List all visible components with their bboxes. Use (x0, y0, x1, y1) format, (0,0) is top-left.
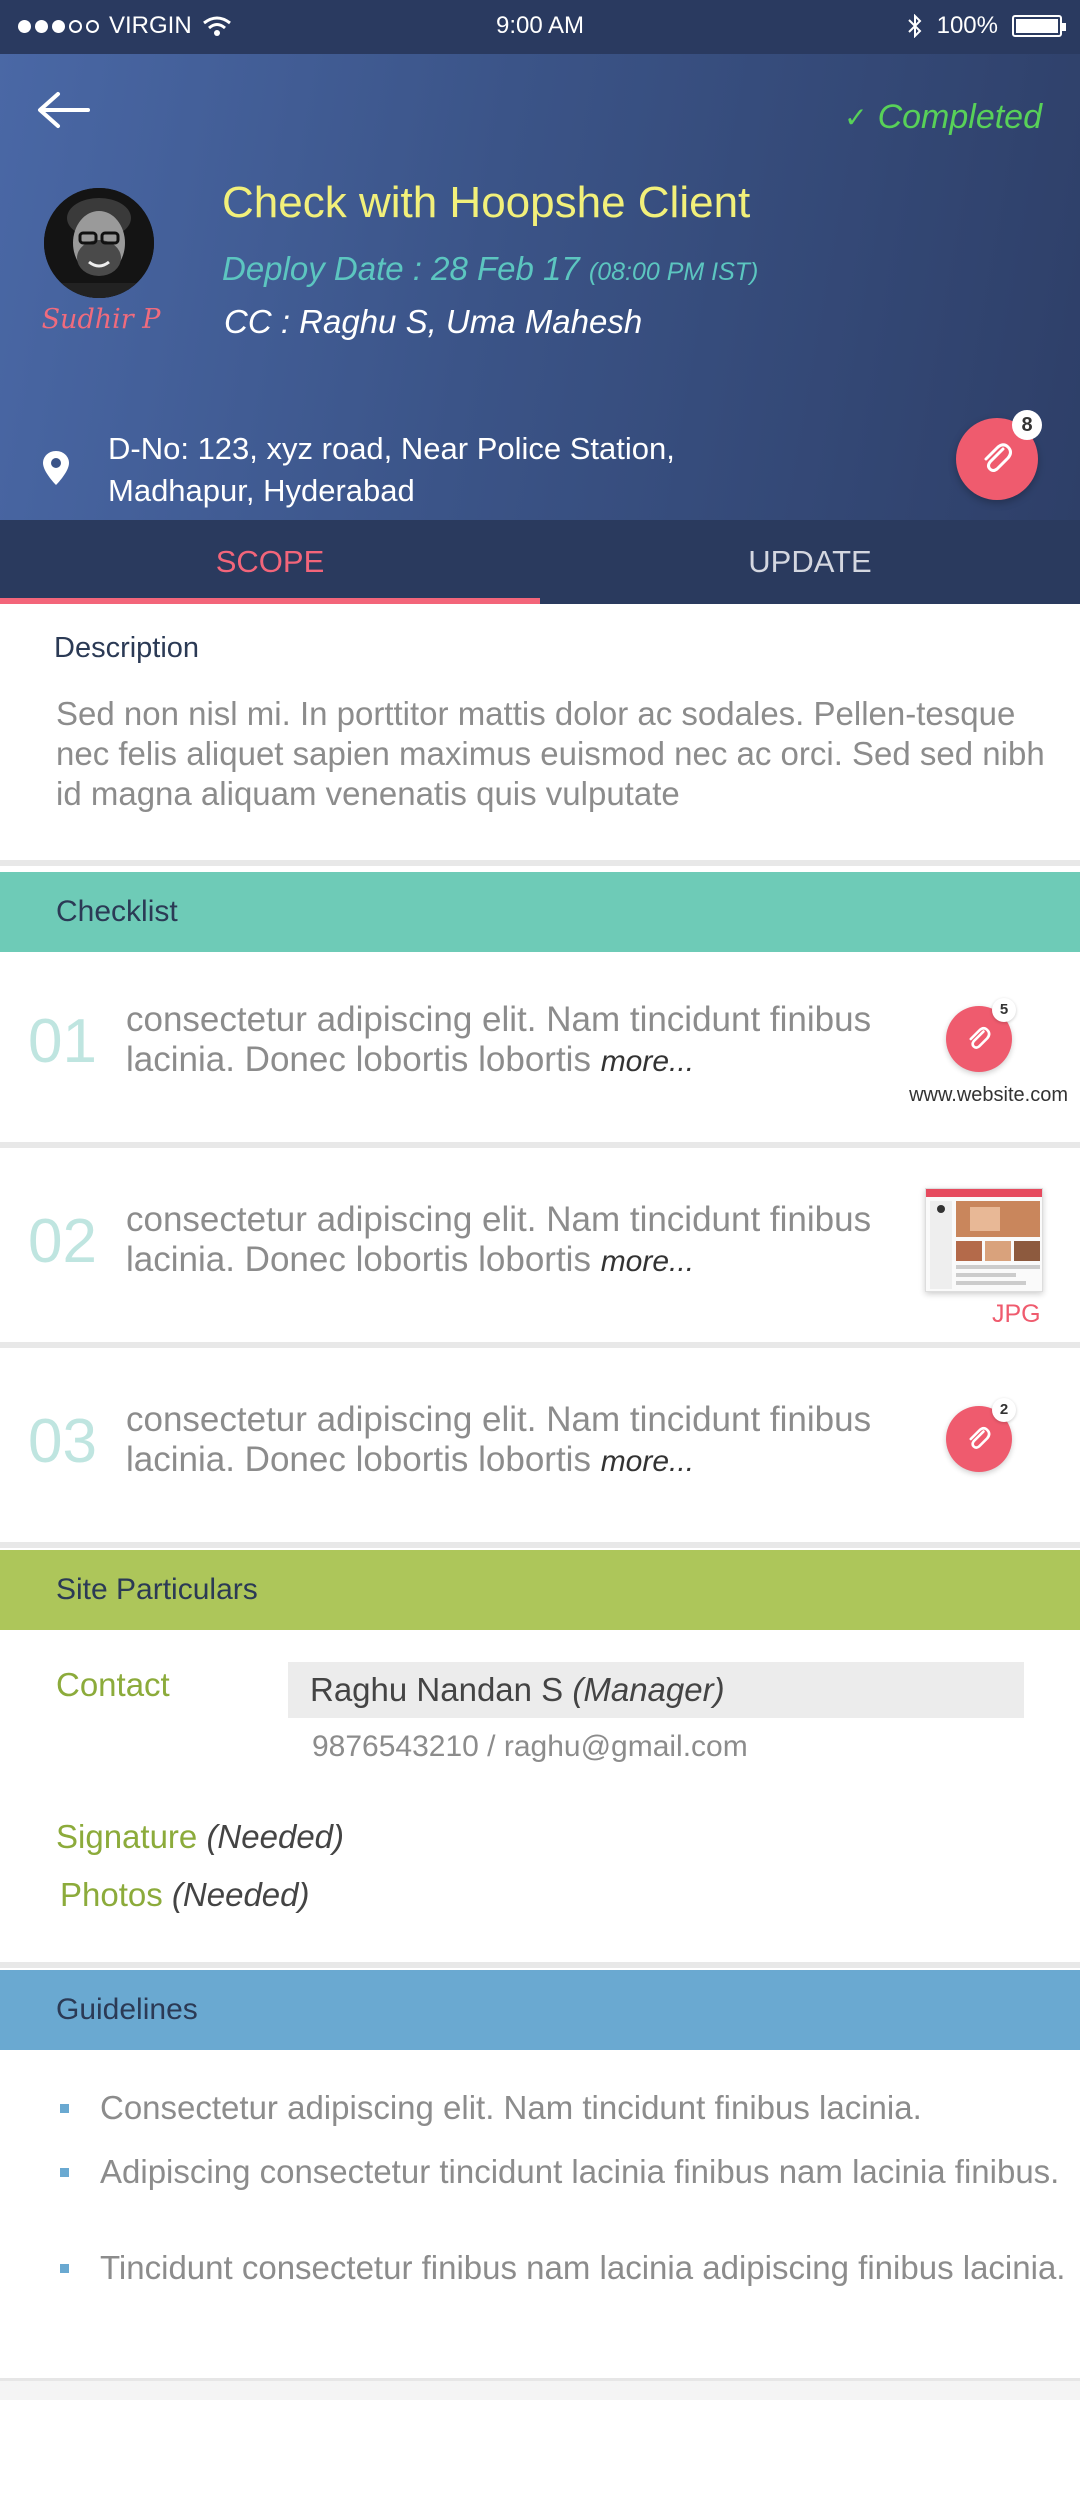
divider (0, 2378, 1080, 2400)
item-attachment-button[interactable]: 2 (946, 1398, 1016, 1472)
checklist-item-number: 01 (28, 1007, 97, 1076)
deploy-date: Deploy Date : 28 Feb 17 (08:00 PM IST) (222, 250, 758, 288)
checklist-header: Checklist (0, 872, 1080, 952)
photos-row[interactable]: Photos (Needed) (60, 1876, 310, 1914)
photos-status: (Needed) (171, 1876, 310, 1913)
attachment-count-badge: 5 (992, 998, 1016, 1022)
checklist-item-number: 02 (28, 1207, 97, 1276)
address-line-1: D-No: 123, xyz road, Near Police Station… (108, 431, 675, 466)
attachments-button[interactable]: 8 (956, 410, 1042, 500)
contact-name: Raghu Nandan S (310, 1671, 564, 1708)
bullet-icon (60, 2264, 69, 2273)
file-type-label: JPG (992, 1300, 1041, 1328)
tab-bar: SCOPE UPDATE (0, 520, 1080, 604)
status-label: Completed (877, 98, 1042, 136)
checklist-item-text: consectetur adipiscing elit. Nam tincidu… (126, 1000, 872, 1079)
site-particulars-header: Site Particulars (0, 1550, 1080, 1630)
cc-list: CC : Raghu S, Uma Mahesh (224, 303, 643, 340)
attachment-count-badge: 8 (1012, 410, 1042, 440)
paperclip-icon (969, 1027, 991, 1049)
description-text: Sed non nisl mi. In porttitor mattis dol… (56, 695, 1045, 812)
deploy-date-label: Deploy Date : 28 Feb 17 (222, 250, 580, 287)
tab-scope[interactable]: SCOPE (0, 520, 540, 604)
status-badge: ✓ Completed (844, 98, 1042, 137)
signature-row[interactable]: Signature (Needed) (56, 1818, 344, 1856)
task-header: VIRGIN 9:00 AM 100% ✓ Completed Sudhir P… (0, 0, 1080, 520)
battery-percent: 100% (936, 12, 998, 39)
site-address: D-No: 123, xyz road, Near Police Station… (108, 428, 675, 512)
checklist-item-number: 03 (28, 1407, 97, 1476)
divider (0, 860, 1080, 866)
divider (0, 1962, 1080, 1968)
divider (0, 1542, 1080, 1548)
paperclip-icon (969, 1427, 991, 1449)
image-thumbnail[interactable] (925, 1188, 1043, 1292)
checklist-item-text: consectetur adipiscing elit. Nam tincidu… (126, 1400, 872, 1479)
checklist-item[interactable]: 01 consectetur adipiscing elit. Nam tinc… (0, 952, 1080, 1144)
battery-icon (1012, 15, 1066, 37)
checklist-item[interactable]: 03 consectetur adipiscing elit. Nam tinc… (0, 1352, 1080, 1544)
bullet-icon (60, 2104, 69, 2113)
attachment-count-badge: 2 (992, 1398, 1016, 1422)
checklist-item-text: consectetur adipiscing elit. Nam tincidu… (126, 1200, 872, 1279)
location-pin-icon (43, 451, 69, 485)
contact-role: (Manager) (572, 1671, 725, 1708)
back-arrow-icon[interactable] (36, 90, 92, 130)
address-line-2: Madhapur, Hyderabad (108, 473, 415, 508)
photos-label: Photos (60, 1876, 163, 1913)
owner-name: Sudhir P (41, 304, 161, 335)
bullet-icon (60, 2168, 69, 2177)
more-link[interactable]: more... (601, 1045, 694, 1078)
contact-name-field: Raghu Nandan S (Manager) (288, 1662, 1024, 1718)
more-link[interactable]: more... (601, 1245, 694, 1278)
deploy-time: (08:00 PM IST) (588, 258, 759, 286)
task-title: Check with Hoopshe Client (222, 178, 751, 227)
divider (0, 1342, 1080, 1348)
item-attachment-button[interactable]: 5 (946, 998, 1016, 1072)
signature-label: Signature (56, 1818, 198, 1855)
paperclip-icon (984, 443, 1012, 472)
tab-update[interactable]: UPDATE (540, 520, 1080, 604)
bluetooth-icon (907, 14, 922, 38)
website-link[interactable]: www.website.com (909, 1084, 1068, 1107)
contact-info: 9876543210 / raghu@gmail.com (312, 1730, 748, 1763)
checklist-item[interactable]: 02 consectetur adipiscing elit. Nam tinc… (0, 1152, 1080, 1344)
status-bar: VIRGIN 9:00 AM 100% (0, 0, 1080, 54)
signature-status: (Needed) (206, 1818, 345, 1855)
description-label: Description (54, 632, 200, 664)
guidelines-header: Guidelines (0, 1970, 1080, 2050)
avatar[interactable] (44, 188, 154, 298)
contact-label: Contact (56, 1666, 170, 1703)
check-icon: ✓ (844, 102, 868, 133)
divider (0, 1142, 1080, 1148)
more-link[interactable]: more... (601, 1445, 694, 1478)
